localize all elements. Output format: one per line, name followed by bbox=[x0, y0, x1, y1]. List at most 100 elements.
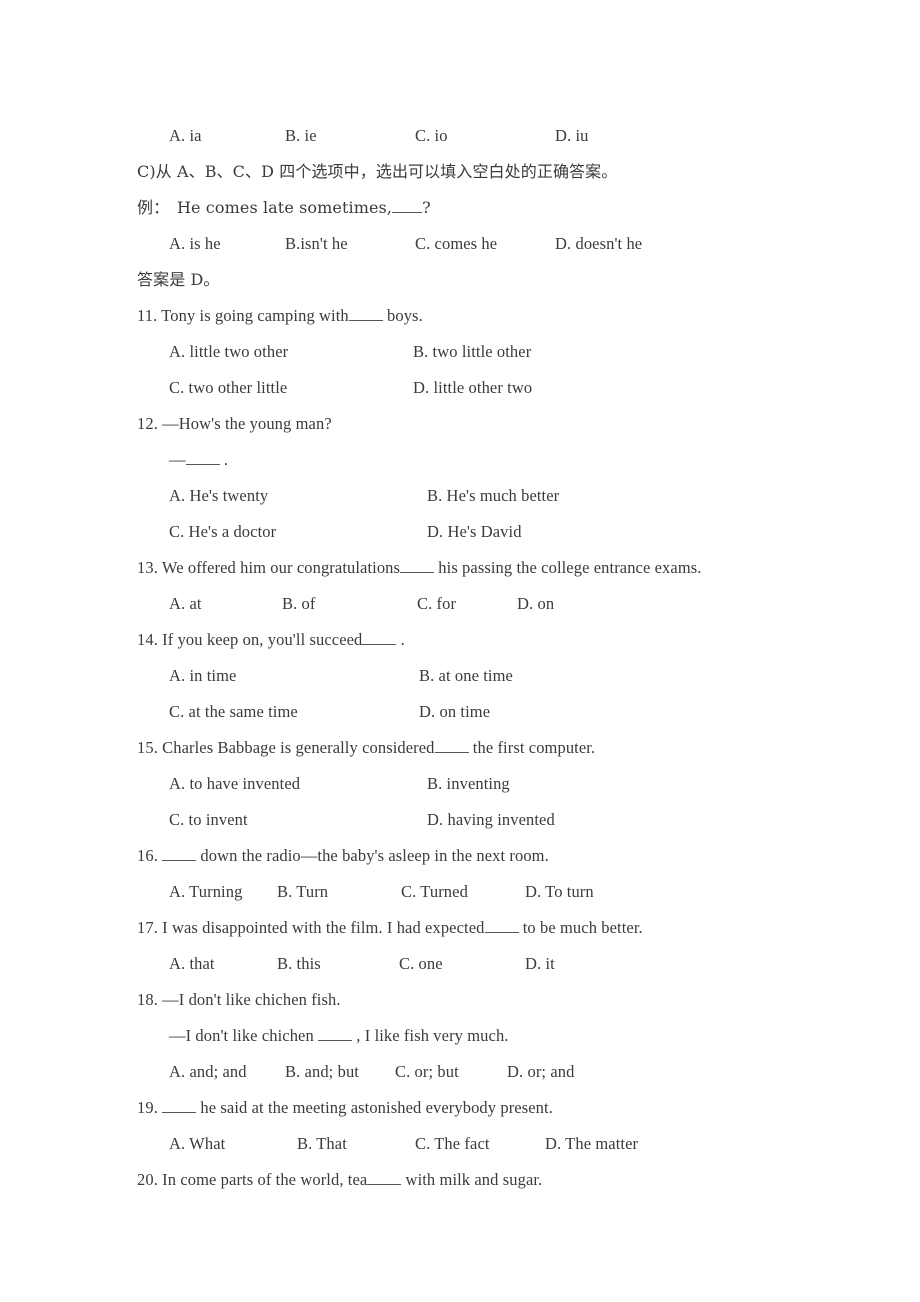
q12-option-b: B. He's much better bbox=[427, 486, 560, 505]
q14-option-b: B. at one time bbox=[419, 666, 513, 685]
example-label: 例： bbox=[137, 198, 170, 217]
q17-option-a: A. that bbox=[169, 954, 215, 973]
q19-stem-after: he said at the meeting astonished everyb… bbox=[200, 1098, 553, 1117]
question-18-options-row: A. and; and B. and; but C. or; but D. or… bbox=[137, 1054, 877, 1090]
q15-option-a: A. to have invented bbox=[169, 774, 301, 793]
q12-reply-prefix: — bbox=[169, 450, 186, 469]
example-option-a: A. is he bbox=[169, 234, 221, 253]
q13-blank bbox=[400, 556, 435, 573]
question-13-options-row: A. at B. of C. for D. on bbox=[137, 586, 877, 622]
option-a: A. ia bbox=[169, 126, 202, 145]
question-14-stem: 14. If you keep on, you'll succeed . bbox=[137, 622, 877, 658]
document-page: A. ia B. ie C. io D. iu C)从 A、B、C、D 四个选项… bbox=[0, 0, 920, 1302]
example-options-row: A. is he B.isn't he C. comes he D. doesn… bbox=[137, 226, 877, 262]
option-c: C. io bbox=[415, 126, 448, 145]
q11-blank bbox=[348, 304, 383, 321]
q15-stem-before: 15. Charles Babbage is generally conside… bbox=[137, 738, 435, 757]
q17-option-c: C. one bbox=[399, 954, 443, 973]
q16-option-b: B. Turn bbox=[277, 882, 329, 901]
question-12-options-row-1: A. He's twenty B. He's much better bbox=[137, 478, 877, 514]
q17-option-b: B. this bbox=[277, 954, 321, 973]
example-option-d: D. doesn't he bbox=[555, 234, 643, 253]
q15-option-b: B. inventing bbox=[427, 774, 510, 793]
example-blank bbox=[392, 197, 423, 213]
question-18-reply: —I don't like chichen , I like fish very… bbox=[137, 1018, 877, 1054]
q20-blank bbox=[367, 1168, 402, 1185]
q13-option-c: C. for bbox=[417, 594, 457, 613]
question-12-options-row-2: C. He's a doctor D. He's David bbox=[137, 514, 877, 550]
example-stem-after: ? bbox=[422, 198, 431, 217]
q11-option-c: C. two other little bbox=[169, 378, 288, 397]
q17-option-d: D. it bbox=[525, 954, 555, 973]
q12-blank bbox=[185, 448, 220, 465]
question-18-stem: 18. —I don't like chichen fish. bbox=[137, 990, 341, 1009]
q11-stem-before: 11. Tony is going camping with bbox=[137, 306, 349, 325]
question-20-stem: 20. In come parts of the world, tea with… bbox=[137, 1162, 877, 1198]
question-19-options-row: A. What B. That C. The fact D. The matte… bbox=[137, 1126, 877, 1162]
question-15-options-row-2: C. to invent D. having invented bbox=[137, 802, 877, 838]
q18-option-c: C. or; but bbox=[395, 1062, 459, 1081]
q14-stem-before: 14. If you keep on, you'll succeed bbox=[137, 630, 363, 649]
question-12-reply: — . bbox=[137, 442, 877, 478]
q13-option-b: B. of bbox=[282, 594, 316, 613]
q16-blank bbox=[162, 844, 197, 861]
question-14-options-row-2: C. at the same time D. on time bbox=[137, 694, 877, 730]
q17-blank bbox=[484, 916, 519, 933]
q11-option-a: A. little two other bbox=[169, 342, 289, 361]
q16-option-c: C. Turned bbox=[401, 882, 468, 901]
q19-option-d: D. The matter bbox=[545, 1134, 639, 1153]
q18-option-d: D. or; and bbox=[507, 1062, 575, 1081]
q12-option-a: A. He's twenty bbox=[169, 486, 269, 505]
example-line: 例： He comes late sometimes,? bbox=[137, 190, 877, 226]
q18-option-b: B. and; but bbox=[285, 1062, 359, 1081]
question-15-stem: 15. Charles Babbage is generally conside… bbox=[137, 730, 877, 766]
question-11-stem: 11. Tony is going camping with boys. bbox=[137, 298, 877, 334]
q11-option-d: D. little other two bbox=[413, 378, 533, 397]
q19-option-b: B. That bbox=[297, 1134, 347, 1153]
q14-option-a: A. in time bbox=[169, 666, 237, 685]
q20-stem-after: with milk and sugar. bbox=[405, 1170, 543, 1189]
question-17-options-row: A. that B. this C. one D. it bbox=[137, 946, 877, 982]
question-19-stem: 19. he said at the meeting astonished ev… bbox=[137, 1090, 877, 1126]
q18-option-a: A. and; and bbox=[169, 1062, 247, 1081]
example-option-c: C. comes he bbox=[415, 234, 498, 253]
question-14-options-row-1: A. in time B. at one time bbox=[137, 658, 877, 694]
question-11-options-row-2: C. two other little D. little other two bbox=[137, 370, 877, 406]
top-options-row: A. ia B. ie C. io D. iu bbox=[137, 118, 877, 154]
q19-option-a: A. What bbox=[169, 1134, 226, 1153]
q17-stem-after: to be much better. bbox=[522, 918, 643, 937]
q12-option-c: C. He's a doctor bbox=[169, 522, 277, 541]
question-16-options-row: A. Turning B. Turn C. Turned D. To turn bbox=[137, 874, 877, 910]
example-stem-before: He comes late sometimes, bbox=[177, 198, 393, 217]
question-16-stem: 16. down the radio—the baby's asleep in … bbox=[137, 838, 877, 874]
q14-option-c: C. at the same time bbox=[169, 702, 298, 721]
question-12-stem: 12. —How's the young man? bbox=[137, 414, 332, 433]
section-c-instruction: C)从 A、B、C、D 四个选项中，选出可以填入空白处的正确答案。 bbox=[137, 162, 618, 181]
q15-blank bbox=[434, 736, 469, 753]
q19-stem-before: 19. bbox=[137, 1098, 158, 1117]
q18-reply-after: , I like fish very much. bbox=[356, 1026, 509, 1045]
question-17-stem: 17. I was disappointed with the film. I … bbox=[137, 910, 877, 946]
q15-stem-after: the first computer. bbox=[472, 738, 596, 757]
q13-option-d: D. on bbox=[517, 594, 555, 613]
q15-option-d: D. having invented bbox=[427, 810, 555, 829]
q13-option-a: A. at bbox=[169, 594, 202, 613]
q15-option-c: C. to invent bbox=[169, 810, 248, 829]
q12-reply-suffix: . bbox=[223, 450, 229, 469]
q16-option-d: D. To turn bbox=[525, 882, 594, 901]
q19-option-c: C. The fact bbox=[415, 1134, 490, 1153]
option-d: D. iu bbox=[555, 126, 589, 145]
q16-stem-after: down the radio—the baby's asleep in the … bbox=[200, 846, 549, 865]
q13-stem-after: his passing the college entrance exams. bbox=[438, 558, 702, 577]
q17-stem-before: 17. I was disappointed with the film. I … bbox=[137, 918, 485, 937]
q14-blank bbox=[362, 628, 397, 645]
document-body: A. ia B. ie C. io D. iu C)从 A、B、C、D 四个选项… bbox=[137, 118, 877, 1198]
question-11-options-row-1: A. little two other B. two little other bbox=[137, 334, 877, 370]
question-15-options-row-1: A. to have invented B. inventing bbox=[137, 766, 877, 802]
q16-option-a: A. Turning bbox=[169, 882, 243, 901]
question-13-stem: 13. We offered him our congratulations h… bbox=[137, 550, 877, 586]
q11-option-b: B. two little other bbox=[413, 342, 532, 361]
q14-option-d: D. on time bbox=[419, 702, 491, 721]
q16-stem-before: 16. bbox=[137, 846, 158, 865]
q13-stem-before: 13. We offered him our congratulations bbox=[137, 558, 401, 577]
